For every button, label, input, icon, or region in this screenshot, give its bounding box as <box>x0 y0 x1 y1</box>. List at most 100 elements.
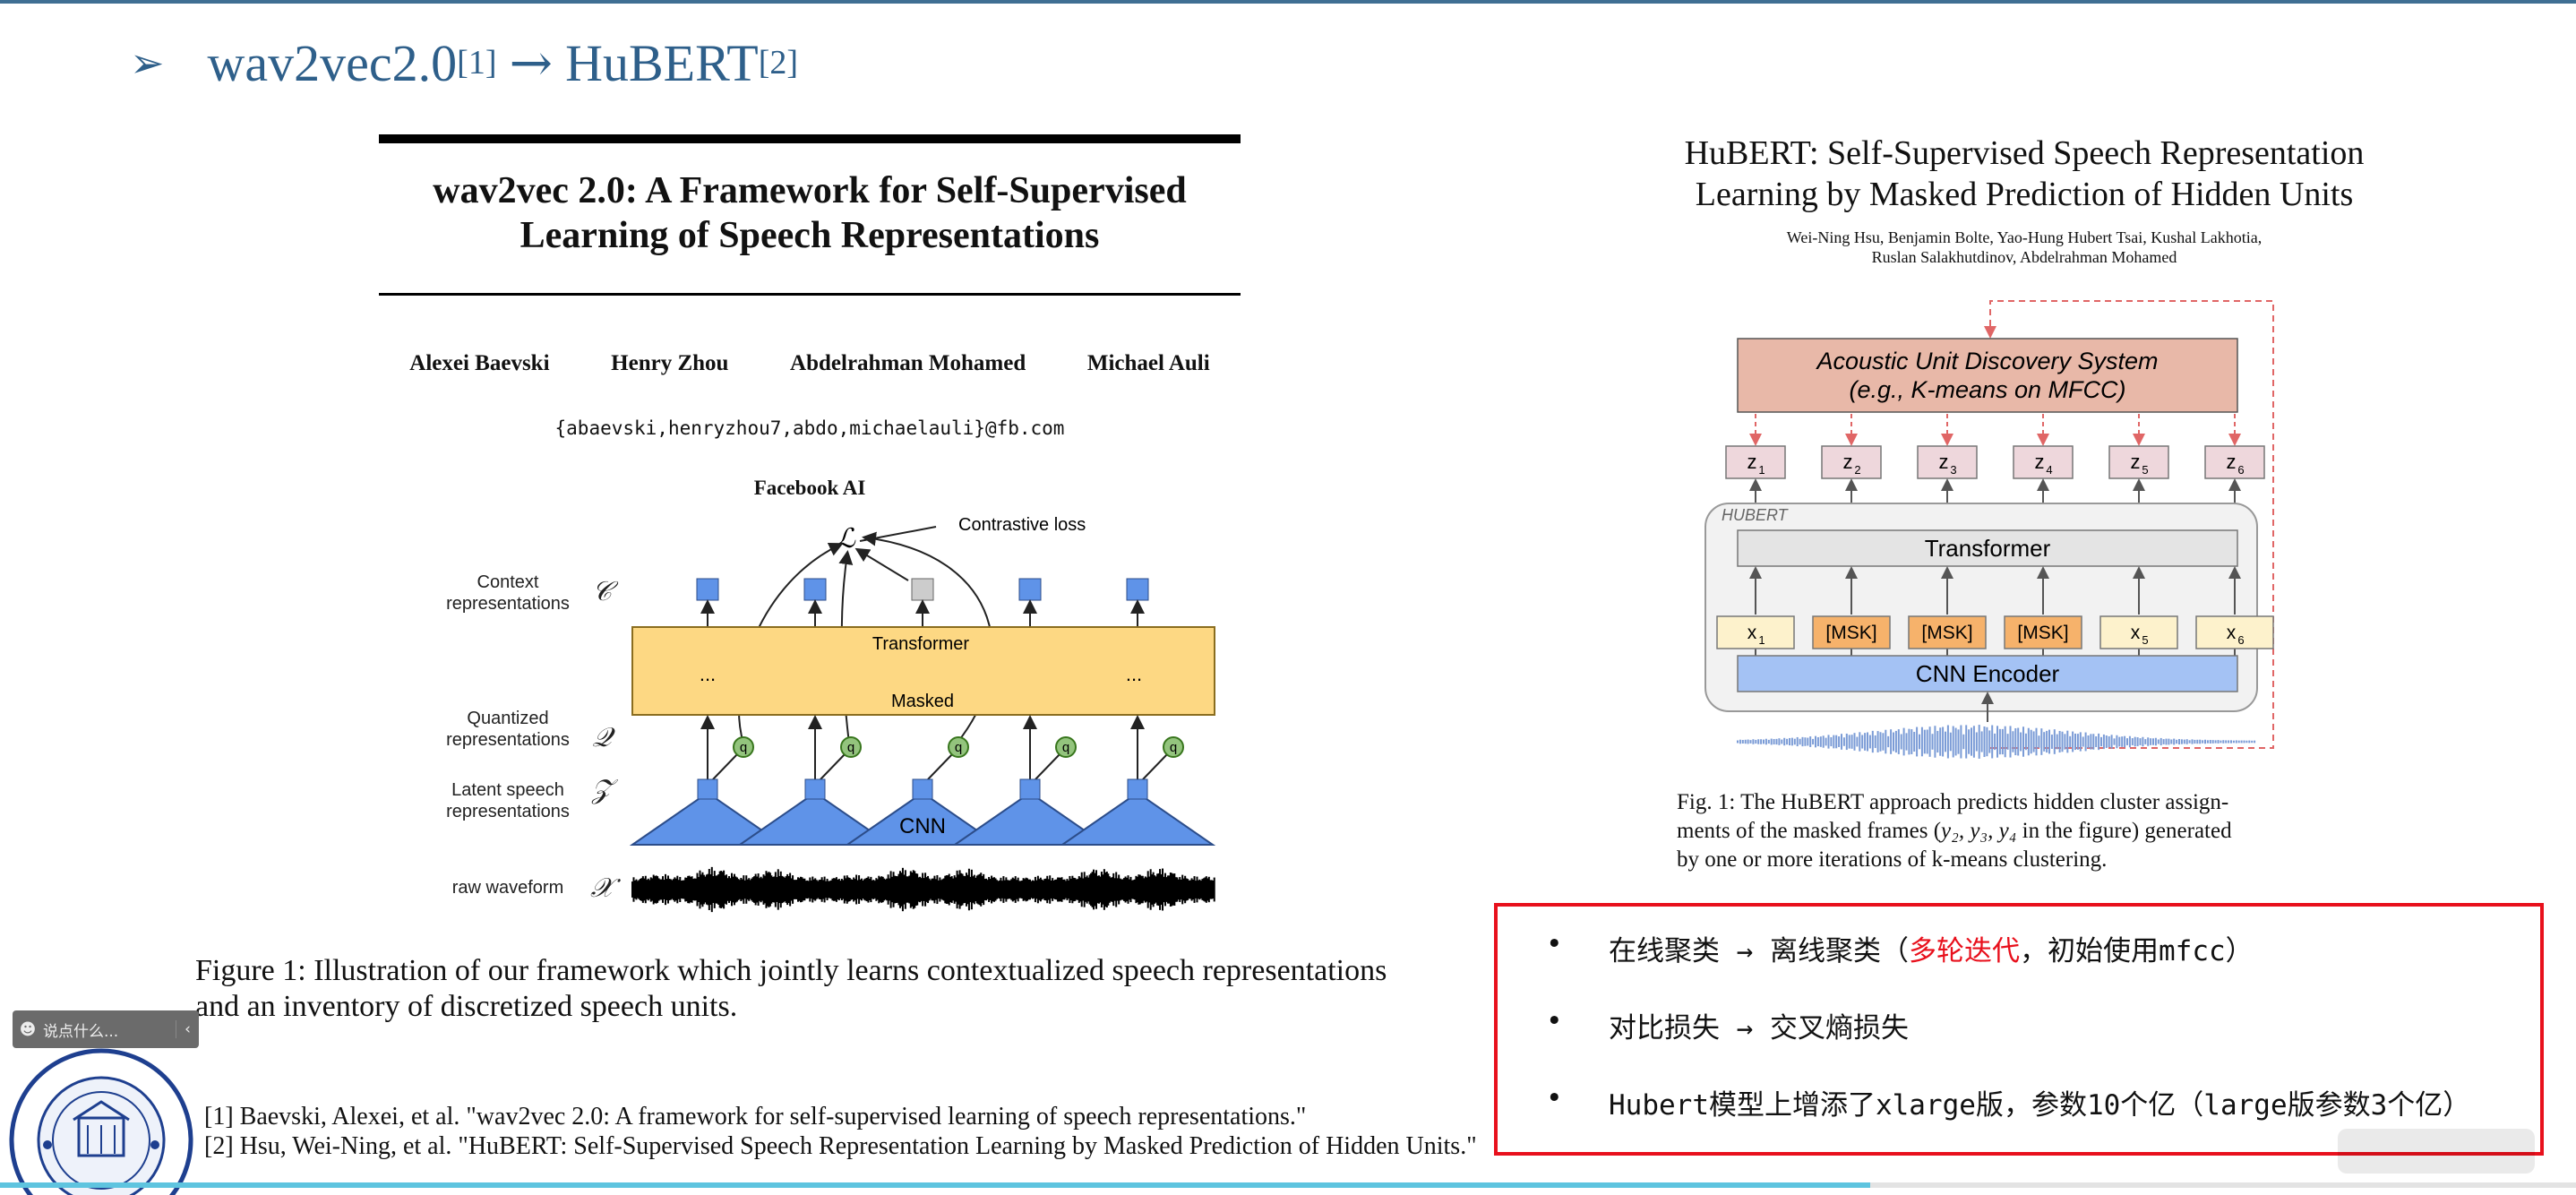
title-wav2vec: wav2vec2.0 <box>207 33 458 92</box>
ellipsis: ... <box>700 663 716 685</box>
svg-text:q: q <box>955 740 962 755</box>
latent-square <box>1127 778 1148 800</box>
hubert-label: HUBERT <box>1722 506 1790 524</box>
bullet: • <box>1546 1082 1563 1114</box>
target-z-subscript: 5 <box>2142 463 2148 477</box>
title-ref-1: [1] <box>457 44 497 82</box>
reference-1: [1] Baevski, Alexei, et al. "wav2vec 2.0… <box>204 1103 1307 1131</box>
ellipsis: ... <box>1126 663 1142 685</box>
input-frame-label: x <box>2227 623 2237 643</box>
wav2vec-authors: Alexei Baevski Henry Zhou Abdelrahman Mo… <box>379 351 1241 376</box>
highlight-text: 多轮迭代 <box>1909 935 2020 967</box>
progress-fill <box>0 1182 1870 1188</box>
acoustic-unit-label: Acoustic Unit Discovery System <box>1815 348 2158 374</box>
symbol-q: 𝒬 <box>592 722 615 753</box>
context-square <box>696 578 719 601</box>
video-progress-bar[interactable] <box>0 1182 2576 1188</box>
author-affiliation: Facebook AI <box>753 477 866 499</box>
target-z-label: z <box>1939 451 1949 473</box>
latent-square <box>804 778 826 800</box>
svg-text:q: q <box>1062 740 1069 755</box>
loss-symbol: ℒ <box>836 523 856 555</box>
symbol-z: 𝒵 <box>591 774 619 805</box>
author-emails: {abaevski,henryzhou7,abdo,michaelauli}@f… <box>554 417 1065 439</box>
masked-label: Masked <box>891 692 954 711</box>
input-frame-label: [MSK] <box>1825 623 1876 643</box>
latent-label-2: representations <box>446 802 570 821</box>
quantized-label: Quantized <box>467 709 548 728</box>
target-z-subscript: 6 <box>2237 463 2244 477</box>
target-z-label: z <box>2035 451 2045 473</box>
comment-input[interactable]: ☻ 说点什么... ‹ <box>13 1010 199 1048</box>
reference-2: [2] Hsu, Wei-Ning, et al. "HuBERT: Self-… <box>204 1132 1477 1160</box>
references: [1] Baevski, Alexei, et al. "wav2vec 2.0… <box>204 1102 1477 1161</box>
university-seal-logo <box>9 1048 193 1195</box>
input-frame-label: x <box>1747 623 1757 643</box>
cnn-label: CNN <box>899 814 946 838</box>
watermark-logo <box>2338 1129 2535 1174</box>
wav2vec-paper-title: wav2vec 2.0: A Framework for Self-Superv… <box>433 170 1187 256</box>
input-frame-subscript: 5 <box>2142 633 2148 647</box>
title-hubert: HuBERT <box>565 33 759 92</box>
author-name: Abdelrahman Mohamed <box>790 351 1026 375</box>
acoustic-unit-sublabel: (e.g., K-means on MFCC) <box>1849 376 2125 403</box>
context-square <box>1018 578 1042 601</box>
cnn-encoder: CNN <box>629 778 1216 846</box>
comment-placeholder: 说点什么... <box>43 1022 119 1041</box>
hubert-waveform <box>1737 725 2256 759</box>
arrow-bullet-icon: ➢ <box>130 39 165 87</box>
bullet: • <box>1546 1005 1563 1037</box>
hubert-transformer-label: Transformer <box>1925 535 2051 562</box>
slide-title: ➢ wav2vec2.0 [1] → HuBERT [2] <box>130 27 798 99</box>
title-arrow: → <box>509 32 554 93</box>
waveform-label: raw waveform <box>452 878 563 898</box>
target-z-label: z <box>1843 451 1853 473</box>
cnn-triangle <box>1059 791 1216 846</box>
context-square <box>803 578 827 601</box>
context-squares <box>696 578 1149 627</box>
author-name: Henry Zhou <box>611 351 729 375</box>
quantizer-circles: q q q q q <box>733 736 1184 758</box>
target-z-subscript: 4 <box>2046 463 2052 477</box>
transformer-label: Transformer <box>872 634 970 654</box>
symbol-c: 𝒞 <box>592 576 619 607</box>
svg-text:q: q <box>847 740 854 755</box>
contrastive-loss-label: Contrastive loss <box>958 515 1086 535</box>
latent-label: Latent speech <box>451 780 564 800</box>
context-label-2: representations <box>446 594 570 614</box>
target-z-subscript: 3 <box>1950 463 1956 477</box>
target-z-label: z <box>2227 451 2237 473</box>
input-frame-subscript: 6 <box>2237 633 2244 647</box>
target-z-label: z <box>1747 451 1757 473</box>
raw-waveform <box>631 866 1215 913</box>
symbol-x: 𝒳 <box>590 873 621 904</box>
row-labels: Context representations Quantized repres… <box>446 572 570 898</box>
cnn-encoder-label: CNN Encoder <box>1916 660 2060 687</box>
input-frame-subscript: 1 <box>1758 633 1765 647</box>
input-frame-label: [MSK] <box>2017 623 2068 643</box>
bullet: • <box>1546 928 1563 960</box>
author-name: Alexei Baevski <box>409 351 550 375</box>
wav2vec-figure-caption: Figure 1: Illustration of our framework … <box>195 954 1387 1023</box>
hubert-figure-caption: Fig. 1: The HuBERT approach predicts hid… <box>1677 790 2232 872</box>
svg-text:q: q <box>1170 740 1177 755</box>
context-square <box>1126 578 1149 601</box>
top-border-line <box>0 0 2576 4</box>
paper-top-rule <box>379 134 1241 143</box>
emoji-icon[interactable]: ☻ <box>13 1020 43 1039</box>
context-label: Context <box>477 572 539 592</box>
hubert-authors: Wei-Ning Hsu, Benjamin Bolte, Yao-Hung H… <box>1786 228 2263 266</box>
paper-title-rule <box>379 293 1241 296</box>
latent-square <box>697 778 718 800</box>
latent-square <box>1019 778 1041 800</box>
quantized-label-2: representations <box>446 730 570 750</box>
input-frame-label: x <box>2131 623 2141 643</box>
collapse-icon[interactable]: ‹ <box>176 1020 199 1038</box>
wav2vec-framework-figure: Context representations Quantized repres… <box>446 515 1216 913</box>
hubert-paper-title: HuBERT: Self-Supervised Speech Represent… <box>1684 134 2365 213</box>
notes-box: • 在线聚类 → 离线聚类（多轮迭代，初始使用mfcc） • 对比损失 → 交叉… <box>1494 903 2544 1156</box>
row-symbols: 𝒞 𝒬 𝒵 𝒳 <box>590 576 621 904</box>
context-square-target <box>911 578 934 601</box>
author-name: Michael Auli <box>1086 351 1210 375</box>
target-z-subscript: 1 <box>1758 463 1765 477</box>
